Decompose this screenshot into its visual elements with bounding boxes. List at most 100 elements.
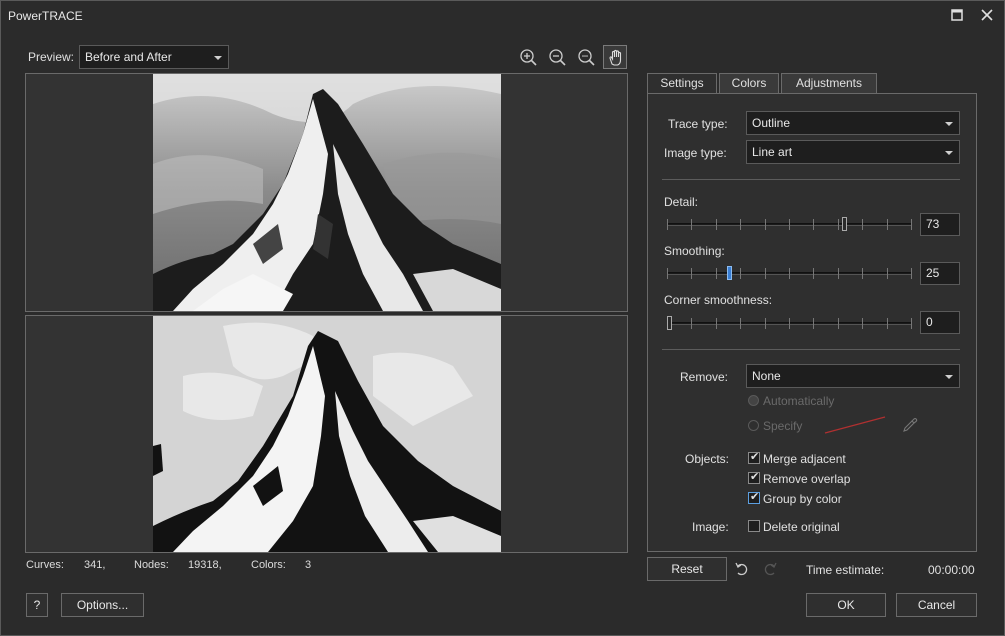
- after-preview-pane[interactable]: [25, 315, 628, 553]
- zoom-in-icon[interactable]: [516, 45, 540, 69]
- ok-button[interactable]: OK: [806, 593, 886, 617]
- corner-smoothness-label: Corner smoothness:: [664, 293, 773, 307]
- corner-smoothness-slider[interactable]: [667, 316, 912, 330]
- smoothing-label: Smoothing:: [664, 244, 725, 258]
- divider: [662, 179, 960, 180]
- color-swatch-line: [824, 416, 886, 434]
- objects-label: Objects:: [685, 452, 730, 466]
- slider-tick: [862, 268, 863, 279]
- slider-tick: [716, 268, 717, 279]
- window-title: PowerTRACE: [8, 9, 83, 23]
- merge-adjacent-checkbox[interactable]: [748, 450, 760, 464]
- image-type-label: Image type:: [664, 146, 727, 160]
- detail-value-input[interactable]: 73: [920, 213, 960, 236]
- chevron-down-icon: [945, 122, 953, 126]
- tab-settings[interactable]: Settings: [647, 73, 717, 94]
- before-image: [153, 74, 501, 311]
- slider-tick: [667, 268, 668, 279]
- smoothing-value-input[interactable]: 25: [920, 262, 960, 285]
- preview-dropdown-value: Before and After: [85, 50, 172, 64]
- remove-value: None: [752, 369, 781, 383]
- slider-tick: [691, 219, 692, 230]
- slider-tick: [862, 219, 863, 230]
- trace-type-label: Trace type:: [668, 117, 728, 131]
- remove-overlap-label: Remove overlap: [763, 472, 851, 486]
- trace-type-value: Outline: [752, 116, 791, 130]
- eyedropper-icon[interactable]: [901, 416, 919, 434]
- cancel-button[interactable]: Cancel: [896, 593, 977, 617]
- merge-adjacent-label: Merge adjacent: [763, 452, 846, 466]
- preview-label: Preview:: [28, 50, 75, 64]
- trace-type-dropdown[interactable]: Outline: [746, 111, 960, 135]
- slider-thumb[interactable]: [727, 266, 732, 280]
- chevron-down-icon: [945, 151, 953, 155]
- slider-tick: [765, 219, 766, 230]
- group-by-color-checkbox[interactable]: [748, 490, 760, 504]
- tab-adjustments[interactable]: Adjustments: [781, 73, 877, 94]
- slider-tick: [765, 268, 766, 279]
- slider-tick: [740, 219, 741, 230]
- image-type-dropdown[interactable]: Line art: [746, 140, 960, 164]
- after-image: [153, 316, 501, 552]
- automatically-radio[interactable]: [748, 395, 759, 406]
- delete-original-label: Delete original: [763, 520, 840, 534]
- redo-icon[interactable]: [761, 560, 779, 578]
- undo-icon[interactable]: [733, 560, 751, 578]
- slider-tick: [887, 219, 888, 230]
- zoom-fit-icon[interactable]: [574, 45, 598, 69]
- slider-tick: [911, 318, 912, 329]
- divider: [662, 349, 960, 350]
- specify-radio[interactable]: [748, 420, 759, 431]
- tab-colors[interactable]: Colors: [719, 73, 779, 94]
- reset-button[interactable]: Reset: [647, 557, 727, 581]
- slider-tick: [691, 268, 692, 279]
- colors-value: 3: [305, 559, 312, 571]
- slider-tick: [911, 219, 912, 230]
- options-button[interactable]: Options...: [61, 593, 144, 617]
- image-type-value: Line art: [752, 145, 793, 159]
- slider-tick: [716, 318, 717, 329]
- detail-label: Detail:: [664, 195, 699, 209]
- slider-tick: [911, 268, 912, 279]
- help-button[interactable]: ?: [26, 593, 48, 617]
- slider-tick: [789, 318, 790, 329]
- slider-tick: [667, 219, 668, 230]
- automatically-label: Automatically: [763, 394, 835, 408]
- remove-label: Remove:: [680, 370, 729, 384]
- delete-original-checkbox[interactable]: [748, 520, 760, 532]
- slider-tick: [813, 268, 814, 279]
- maximize-icon[interactable]: [947, 5, 967, 25]
- slider-tick: [838, 219, 839, 230]
- pan-hand-icon[interactable]: [603, 45, 627, 69]
- preview-dropdown[interactable]: Before and After: [79, 45, 229, 69]
- curves-value: 341,: [84, 559, 106, 571]
- nodes-value: 19318,: [188, 559, 222, 571]
- curves-label: Curves:: [26, 559, 64, 571]
- slider-tick: [862, 318, 863, 329]
- chevron-down-icon: [945, 375, 953, 379]
- colors-label: Colors:: [251, 559, 286, 571]
- slider-tick: [887, 318, 888, 329]
- slider-tick: [887, 268, 888, 279]
- slider-tick: [789, 268, 790, 279]
- image-label: Image:: [692, 520, 729, 534]
- smoothing-slider[interactable]: [667, 266, 912, 280]
- remove-overlap-checkbox[interactable]: [748, 470, 760, 484]
- before-preview-pane[interactable]: [25, 73, 628, 312]
- detail-slider[interactable]: [667, 217, 912, 231]
- slider-tick: [838, 268, 839, 279]
- slider-thumb[interactable]: [842, 217, 847, 231]
- remove-dropdown[interactable]: None: [746, 364, 960, 388]
- slider-tick: [740, 268, 741, 279]
- corner-smoothness-value-input[interactable]: 0: [920, 311, 960, 334]
- zoom-out-icon[interactable]: [545, 45, 569, 69]
- time-estimate-value: 00:00:00: [928, 563, 975, 577]
- slider-thumb[interactable]: [667, 316, 672, 330]
- slider-tick: [740, 318, 741, 329]
- tab-colors-label: Colors: [731, 76, 767, 90]
- slider-tick: [716, 219, 717, 230]
- slider-tick: [789, 219, 790, 230]
- close-icon[interactable]: [977, 5, 997, 25]
- tab-adjustments-label: Adjustments: [795, 76, 863, 90]
- chevron-down-icon: [214, 56, 222, 60]
